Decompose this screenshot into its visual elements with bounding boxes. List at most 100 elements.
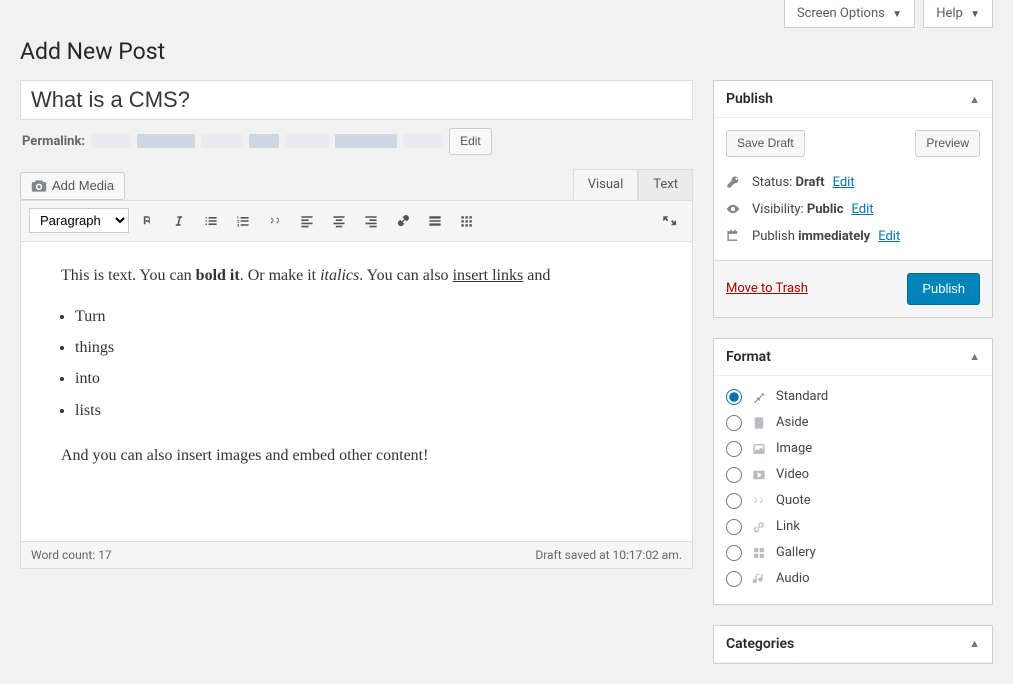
word-count: Word count: 17 xyxy=(31,548,112,562)
format-heading: Format xyxy=(726,349,771,365)
format-label: Image xyxy=(776,441,812,456)
format-option-image[interactable]: Image xyxy=(726,436,980,462)
format-label: Standard xyxy=(776,389,828,404)
list-item: Turn xyxy=(75,303,652,330)
calendar-icon xyxy=(726,229,744,243)
key-icon xyxy=(726,175,744,189)
permalink-redacted xyxy=(249,134,279,148)
top-tabs: Screen Options ▼ Help ▼ xyxy=(20,0,993,28)
permalink-redacted xyxy=(335,134,397,148)
link-button[interactable] xyxy=(389,207,417,235)
screen-options-label: Screen Options xyxy=(797,6,885,21)
format-label: Audio xyxy=(776,571,809,586)
bold-button[interactable] xyxy=(133,207,161,235)
kitchen-sink-button[interactable] xyxy=(453,207,481,235)
readmore-button[interactable] xyxy=(421,207,449,235)
status-edit-link[interactable]: Edit xyxy=(833,175,855,190)
editor-tabs: Visual Text xyxy=(573,169,693,200)
format-radio[interactable] xyxy=(726,467,742,483)
caret-down-icon: ▼ xyxy=(970,9,980,20)
publish-button[interactable]: Publish xyxy=(907,273,980,305)
content-paragraph: This is text. You can bold it. Or make i… xyxy=(61,262,652,289)
format-label: Video xyxy=(776,467,809,482)
schedule-row: Publish immediately Edit xyxy=(714,223,992,250)
format-label: Quote xyxy=(776,493,811,508)
content-list: Turn things into lists xyxy=(75,303,652,424)
format-radio[interactable] xyxy=(726,441,742,457)
italic-button[interactable] xyxy=(165,207,193,235)
list-item: into xyxy=(75,365,652,392)
editor-content[interactable]: This is text. You can bold it. Or make i… xyxy=(20,242,693,542)
toggle-icon[interactable]: ▲ xyxy=(969,93,980,106)
help-tab[interactable]: Help ▼ xyxy=(923,0,993,28)
format-radio[interactable] xyxy=(726,415,742,431)
page-title: Add New Post xyxy=(20,38,993,65)
content-paragraph: And you can also insert images and embed… xyxy=(61,442,652,469)
permalink-row: Permalink: Edit xyxy=(20,120,693,169)
format-label: Link xyxy=(776,519,800,534)
post-title-input[interactable] xyxy=(20,80,693,120)
format-option-gallery[interactable]: Gallery xyxy=(726,540,980,566)
toggle-icon[interactable]: ▲ xyxy=(969,350,980,363)
permalink-redacted xyxy=(201,134,243,148)
document-icon xyxy=(750,415,768,431)
save-draft-button[interactable]: Save Draft xyxy=(726,130,805,157)
add-media-button[interactable]: Add Media xyxy=(20,172,125,200)
quote-icon xyxy=(750,493,768,509)
format-radio[interactable] xyxy=(726,545,742,561)
visibility-edit-link[interactable]: Edit xyxy=(852,202,874,217)
format-radio[interactable] xyxy=(726,493,742,509)
permalink-redacted xyxy=(403,134,443,148)
fullscreen-button[interactable] xyxy=(656,207,684,235)
align-left-button[interactable] xyxy=(293,207,321,235)
move-to-trash-link[interactable]: Move to Trash xyxy=(726,281,808,296)
video-icon xyxy=(750,467,768,483)
status-row: Status: Draft Edit xyxy=(714,169,992,196)
permalink-edit-button[interactable]: Edit xyxy=(449,128,492,155)
categories-heading: Categories xyxy=(726,636,794,652)
format-option-video[interactable]: Video xyxy=(726,462,980,488)
format-option-audio[interactable]: Audio xyxy=(726,566,980,592)
format-radio[interactable] xyxy=(726,389,742,405)
list-item: lists xyxy=(75,397,652,424)
tab-visual[interactable]: Visual xyxy=(573,169,639,200)
permalink-redacted xyxy=(137,134,195,148)
format-radio[interactable] xyxy=(726,519,742,535)
format-postbox: Format ▲ Standard Aside Image xyxy=(713,338,993,605)
image-icon xyxy=(750,441,768,457)
format-option-standard[interactable]: Standard xyxy=(726,384,980,410)
pushpin-icon xyxy=(750,389,768,405)
schedule-edit-link[interactable]: Edit xyxy=(878,229,900,244)
bullet-list-button[interactable] xyxy=(197,207,225,235)
add-media-label: Add Media xyxy=(52,178,114,193)
categories-postbox: Categories ▲ xyxy=(713,625,993,664)
gallery-icon xyxy=(750,545,768,561)
align-center-button[interactable] xyxy=(325,207,353,235)
camera-icon xyxy=(31,178,47,194)
publish-heading: Publish xyxy=(726,91,773,107)
toggle-icon[interactable]: ▲ xyxy=(969,637,980,650)
publish-postbox: Publish ▲ Save Draft Preview Status: Dra… xyxy=(713,80,993,318)
help-label: Help xyxy=(936,6,963,21)
format-select[interactable]: Paragraph xyxy=(29,208,129,233)
align-right-button[interactable] xyxy=(357,207,385,235)
format-option-aside[interactable]: Aside xyxy=(726,410,980,436)
format-option-quote[interactable]: Quote xyxy=(726,488,980,514)
blockquote-button[interactable] xyxy=(261,207,289,235)
audio-icon xyxy=(750,571,768,587)
format-label: Gallery xyxy=(776,545,816,560)
permalink-label: Permalink: xyxy=(22,134,85,149)
link-icon xyxy=(750,519,768,535)
list-item: things xyxy=(75,334,652,361)
permalink-redacted xyxy=(91,134,131,148)
draft-saved-text: Draft saved at 10:17:02 am. xyxy=(535,548,682,562)
format-option-link[interactable]: Link xyxy=(726,514,980,540)
numbered-list-button[interactable] xyxy=(229,207,257,235)
eye-icon xyxy=(726,202,744,216)
format-radio[interactable] xyxy=(726,571,742,587)
preview-button[interactable]: Preview xyxy=(915,130,980,157)
editor-footer: Word count: 17 Draft saved at 10:17:02 a… xyxy=(20,542,693,569)
tab-text[interactable]: Text xyxy=(638,169,693,200)
screen-options-tab[interactable]: Screen Options ▼ xyxy=(784,0,915,28)
visibility-row: Visibility: Public Edit xyxy=(714,196,992,223)
